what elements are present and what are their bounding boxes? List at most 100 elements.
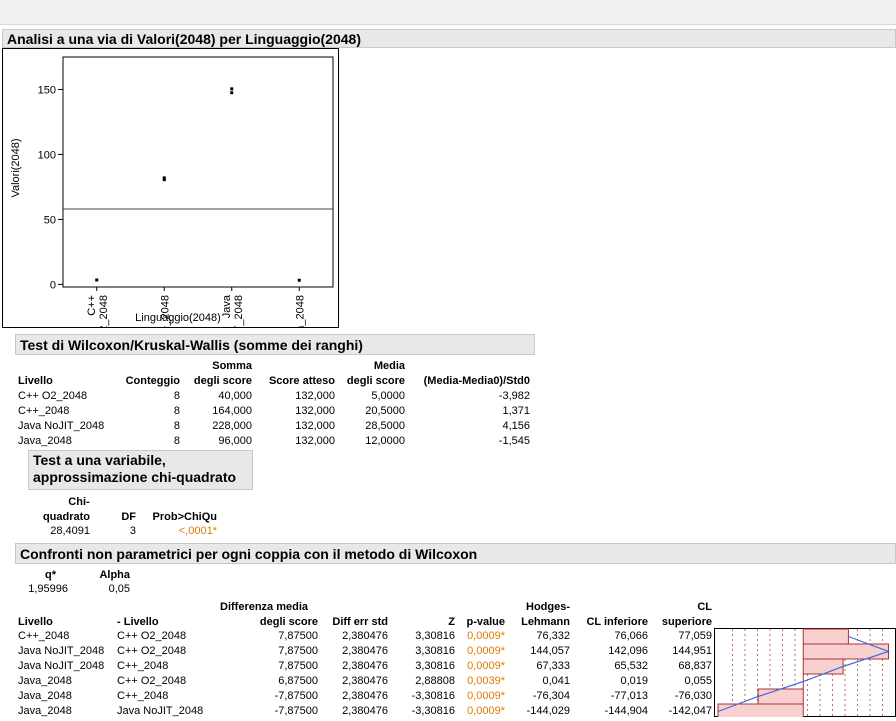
wil-sum: 228,000 <box>212 420 252 432</box>
chisq-title[interactable]: Test a una variabile, approssimazione ch… <box>28 450 253 490</box>
pair-diff: -7,87500 <box>274 690 318 702</box>
pair-hl: 67,333 <box>536 660 570 672</box>
col-err: Diff err std <box>332 616 388 628</box>
wil-sum: 96,000 <box>218 435 252 447</box>
y-axis-label: Valori(2048) <box>10 138 22 197</box>
pair-level-b: C++_2048 <box>117 660 169 672</box>
pair-z: 2,88808 <box>415 675 455 687</box>
mini-bar <box>802 628 849 645</box>
pair-err: 2,380476 <box>342 645 388 657</box>
col-conteggio: Conteggio <box>125 375 180 387</box>
pair-level-b: C++ O2_2048 <box>117 675 187 687</box>
col-q: q* <box>45 569 56 581</box>
col-somma-score: degli score <box>193 375 252 387</box>
report-title[interactable]: Analisi a una via di Valori(2048) per Li… <box>2 29 896 48</box>
wilcoxon-title[interactable]: Test di Wilcoxon/Kruskal-Wallis (somme d… <box>15 334 535 355</box>
pair-hi: 0,055 <box>684 675 712 687</box>
col-pvalue: p-value <box>466 616 505 628</box>
alpha-value: 0,05 <box>108 583 130 595</box>
col-media: Media <box>373 360 405 372</box>
pair-lo: 76,066 <box>614 630 648 642</box>
pair-pvalue: 0,0009* <box>467 705 505 717</box>
wil-sum: 40,000 <box>218 390 252 402</box>
x-tick-label: NoJIT_2048 <box>233 295 245 327</box>
pair-diff: 6,87500 <box>278 675 318 687</box>
pair-pvalue: 0,0009* <box>467 630 505 642</box>
mini-bar <box>802 658 844 675</box>
pair-hl: 76,332 <box>536 630 570 642</box>
pair-hl: -76,304 <box>532 690 570 702</box>
pair-diff: 7,87500 <box>278 645 318 657</box>
pairs-title[interactable]: Confronti non parametrici per ogni coppi… <box>15 543 896 564</box>
pair-diff: 7,87500 <box>278 660 318 672</box>
x-tick-label: C++ <box>86 295 98 316</box>
col-alpha: Alpha <box>99 569 130 581</box>
col-z: Z <box>448 616 455 628</box>
wil-std: -1,545 <box>498 435 530 447</box>
pair-err: 2,380476 <box>342 705 388 717</box>
wil-level: Java NoJIT_2048 <box>18 420 105 432</box>
pair-level-b: C++ O2_2048 <box>117 630 187 642</box>
data-point <box>297 278 301 282</box>
pair-lo: -77,013 <box>610 690 648 702</box>
pair-diff: -7,87500 <box>274 705 318 717</box>
pair-z: -3,30816 <box>411 690 455 702</box>
chisq-title-line2: approssimazione chi-quadrato <box>33 469 237 485</box>
col-std: (Media-Media0)/Std0 <box>423 375 530 387</box>
col-media-score: degli score <box>346 375 405 387</box>
pair-z: 3,30816 <box>415 660 455 672</box>
x-axis-label: Linguaggio(2048) <box>135 312 221 324</box>
hodges-lehmann-bar-chart <box>714 628 896 717</box>
pair-pvalue: 0,0009* <box>467 690 505 702</box>
col-diff-score: degli score <box>259 616 318 628</box>
y-tick-label: 0 <box>50 279 56 291</box>
data-point <box>162 176 166 180</box>
data-point <box>230 91 234 95</box>
col-prob: Prob>ChiQu <box>152 511 217 523</box>
pair-level-a: Java NoJIT_2048 <box>18 645 105 657</box>
data-point <box>95 278 99 282</box>
col-livello: Livello <box>18 375 53 387</box>
pair-level-a: C++_2048 <box>18 630 70 642</box>
wil-std: -3,982 <box>498 390 530 402</box>
wil-std: 1,371 <box>502 405 530 417</box>
col-chi-quadrato: quadrato <box>42 511 90 523</box>
chisq-title-line1: Test a una variabile, <box>33 452 166 468</box>
col-cl: CL <box>697 601 712 613</box>
col-cl-superiore: superiore <box>661 616 712 628</box>
pair-hi: 77,059 <box>678 630 712 642</box>
wil-count: 8 <box>173 420 180 432</box>
y-tick-label: 50 <box>44 214 56 226</box>
y-tick-label: 150 <box>38 84 56 96</box>
wil-mean: 28,5000 <box>365 420 405 432</box>
pair-level-b: C++ O2_2048 <box>117 645 187 657</box>
pair-err: 2,380476 <box>342 660 388 672</box>
plot-area <box>62 56 334 288</box>
col-hodges: Hodges- <box>526 601 570 613</box>
pair-level-a: Java_2048 <box>18 705 72 717</box>
pair-lo: 0,019 <box>620 675 648 687</box>
pair-pvalue: 0,0039* <box>467 675 505 687</box>
pair-hl: 0,041 <box>542 675 570 687</box>
col-pair-livello2: - Livello <box>117 616 159 628</box>
df-value: 3 <box>129 525 136 537</box>
col-chi: Chi- <box>68 496 90 508</box>
wil-std: 4,156 <box>502 420 530 432</box>
wil-level: C++ O2_2048 <box>18 390 88 402</box>
x-tick-label: Java_2048 <box>294 295 306 327</box>
wil-expected: 132,000 <box>295 435 335 447</box>
data-point <box>230 87 234 91</box>
pair-level-b: Java NoJIT_2048 <box>117 705 204 717</box>
y-tick-label: 100 <box>38 149 56 161</box>
pair-diff: 7,87500 <box>278 630 318 642</box>
col-somma: Somma <box>212 360 252 372</box>
chisq-value: 28,4091 <box>50 525 90 537</box>
pair-hi: -76,030 <box>674 690 712 702</box>
pair-z: 3,30816 <box>415 630 455 642</box>
wil-count: 8 <box>173 390 180 402</box>
wil-expected: 132,000 <box>295 390 335 402</box>
pair-lo: 142,096 <box>608 645 648 657</box>
pair-err: 2,380476 <box>342 675 388 687</box>
col-diff-media: Differenza media <box>220 601 309 613</box>
wil-mean: 20,5000 <box>365 405 405 417</box>
